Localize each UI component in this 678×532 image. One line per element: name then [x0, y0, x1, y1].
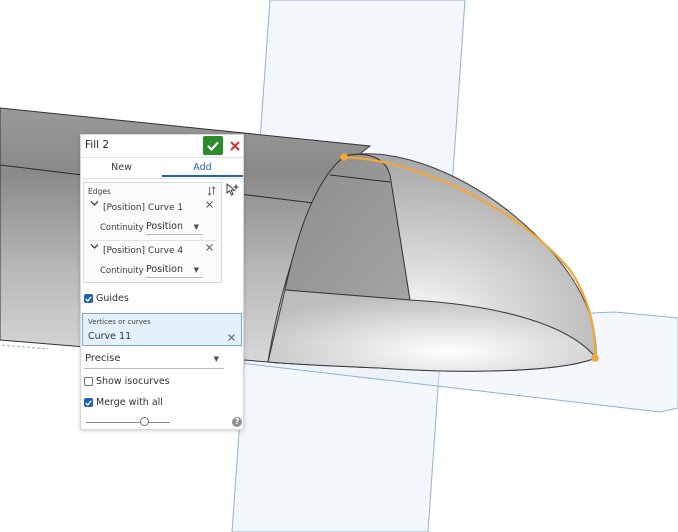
vertices-selection-field[interactable]: Vertices or curves Curve 11: [82, 313, 242, 346]
continuity-select[interactable]: Position ▼: [146, 221, 203, 235]
curve-vertex-end: [591, 354, 599, 362]
slider-track[interactable]: [86, 422, 170, 423]
continuity-value: Position: [146, 221, 183, 232]
merge-with-all-checkbox[interactable]: [84, 398, 93, 407]
continuity-select[interactable]: Position ▼: [146, 264, 203, 278]
accept-button[interactable]: [203, 136, 223, 155]
precision-value: Precise: [85, 353, 121, 364]
remove-vertex-icon[interactable]: [228, 333, 235, 344]
caret-down-icon: ▼: [213, 355, 219, 363]
checkmark-icon: [207, 141, 219, 151]
chevron-down-icon[interactable]: [90, 243, 99, 253]
slider-thumb[interactable]: [140, 417, 150, 426]
caret-down-icon: ▼: [193, 266, 199, 274]
cancel-button[interactable]: [227, 137, 243, 155]
vertices-label: Vertices or curves: [88, 318, 151, 326]
sort-icon[interactable]: [207, 186, 216, 199]
tab-new[interactable]: New: [81, 158, 162, 177]
guides-label: Guides: [96, 293, 129, 304]
fill-feature-dialog: Fill 2 New Add Edges [Position] Curve 1 …: [80, 134, 244, 430]
edge-item-label[interactable]: [Position] Curve 1: [103, 203, 183, 213]
divider: [88, 240, 217, 241]
close-icon: [230, 141, 240, 151]
merge-with-all-label: Merge with all: [96, 397, 163, 408]
guides-checkbox[interactable]: [84, 294, 93, 303]
edges-label: Edges: [88, 187, 111, 196]
show-isocurves-label: Show isocurves: [96, 376, 170, 387]
precision-select[interactable]: Precise ▼: [84, 353, 224, 369]
edge-item-label[interactable]: [Position] Curve 4: [103, 246, 183, 256]
curve-vertex-start: [340, 153, 348, 161]
chevron-down-icon[interactable]: [90, 200, 99, 210]
caret-down-icon: ▼: [193, 223, 199, 231]
help-icon[interactable]: ?: [232, 417, 242, 427]
edges-list[interactable]: Edges [Position] Curve 1 Continuity Posi…: [83, 182, 222, 283]
remove-edge-icon[interactable]: [206, 244, 213, 254]
continuity-label: Continuity: [100, 223, 144, 233]
tab-add[interactable]: Add: [162, 158, 243, 177]
continuity-label: Continuity: [100, 266, 144, 276]
show-isocurves-checkbox[interactable]: [84, 377, 93, 386]
tab-bar: New Add: [81, 157, 243, 179]
remove-edge-icon[interactable]: [206, 201, 213, 211]
continuity-value: Position: [146, 264, 183, 275]
vertices-value: Curve 11: [88, 331, 132, 342]
feature-title[interactable]: Fill 2: [85, 139, 109, 151]
select-cursor-icon: [226, 183, 239, 196]
